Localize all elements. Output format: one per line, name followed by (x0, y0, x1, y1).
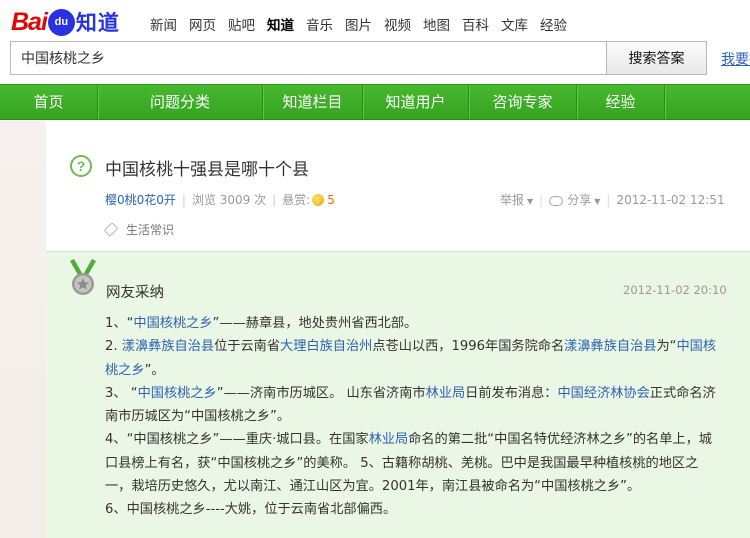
reward-label: 悬赏: (282, 193, 311, 207)
answer-link[interactable]: 漾濞彝族自治县 (564, 339, 656, 354)
logo-bai: Bai (11, 7, 48, 36)
share-label: 分享 (567, 193, 592, 207)
reward-value: 5 (327, 192, 335, 207)
answer-paragraph: 2. 漾濞彝族自治县位于云南省大理白族自治州点苍山以西，1996年国务院命名漾濞… (105, 335, 723, 382)
top-nav: 新闻 网页 贴吧 知道 音乐 图片 视频 地图 百科 文库 经验 (150, 14, 579, 34)
answer-text: 1、“ (105, 316, 134, 331)
nav-jingyan[interactable]: 经验 (540, 14, 567, 34)
question-mark-icon: ? (70, 155, 92, 177)
answer-text: 2. (105, 339, 122, 355)
nav-baike[interactable]: 百科 (462, 14, 489, 34)
nav-tieba[interactable]: 贴吧 (228, 14, 255, 34)
greennav-jingyan[interactable]: 经验 (577, 85, 665, 119)
greennav-categories[interactable]: 问题分类 (98, 85, 263, 119)
nav-news[interactable]: 新闻 (150, 14, 177, 34)
action-separator: | (606, 192, 611, 207)
answer-text: 位于云南省 (214, 339, 281, 355)
logo-zhidao: 知道 (75, 11, 120, 35)
caret-down-icon: ▼ (594, 197, 601, 206)
answer-paragraph: 3、 “中国核桃之乡”——济南市历城区。 山东省济南市林业局日前发布消息：中国经… (105, 382, 723, 429)
ask-question-link[interactable]: 我要提问 (721, 49, 750, 69)
report-button[interactable]: 举报 ▼ (500, 191, 533, 208)
search-input[interactable] (10, 41, 607, 75)
answer-text: ”——济南市历城区。 山东省济南市 (216, 385, 426, 401)
answer-body: 1、“中国核桃之乡”——赫章县，地处贵州省西北部。 2. 漾濞彝族自治县位于云南… (105, 312, 723, 522)
coin-icon (312, 193, 325, 206)
greennav-experts[interactable]: 咨询专家 (469, 85, 577, 119)
greennav-columns[interactable]: 知道栏目 (263, 85, 363, 119)
answer-text: 3、 “ (105, 385, 138, 401)
answer-link[interactable]: 林业局 (426, 386, 466, 401)
question-time: 2012-11-02 12:51 (616, 192, 725, 207)
answer-link[interactable]: 中国经济林协会 (557, 386, 649, 401)
answer-text: 点苍山以西，1996年国务院命名 (372, 339, 565, 355)
view-count: 浏览 3009 次 (191, 193, 267, 207)
question-meta: 樱0桃0花0开 | 浏览 3009 次 | 悬赏: 5 (105, 191, 335, 208)
nav-music[interactable]: 音乐 (306, 14, 333, 34)
nav-wenku[interactable]: 文库 (501, 14, 528, 34)
meta-separator: | (272, 192, 277, 207)
answer-paragraph: 1、“中国核桃之乡”——赫章县，地处贵州省西北部。 (105, 312, 723, 335)
answer-title: 网友采纳 (106, 285, 164, 301)
answer-text: ”——赫章县，地处贵州省西北部。 (212, 316, 418, 331)
nav-map[interactable]: 地图 (423, 14, 450, 34)
nav-zhidao[interactable]: 知道 (267, 14, 294, 34)
greennav-users[interactable]: 知道用户 (363, 85, 469, 119)
meta-separator: | (181, 192, 186, 207)
medal-icon (70, 259, 96, 295)
share-icon (549, 195, 564, 206)
question-tag[interactable]: 生活常识 (103, 221, 175, 238)
greennav-home[interactable]: 首页 (0, 85, 98, 119)
caret-down-icon: ▼ (527, 197, 534, 206)
nav-web[interactable]: 网页 (189, 14, 216, 34)
answer-text: ”。 (144, 362, 165, 378)
tag-icon (103, 222, 119, 237)
answer-link[interactable]: 漾濞彝族自治县 (122, 339, 214, 354)
question-title: 中国核桃十强县是哪十个县 (105, 160, 309, 180)
answer-text: 4、“中国核桃之乡”——重庆·城口县。在国家 (105, 432, 369, 448)
answer-time: 2012-11-02 20:10 (623, 283, 727, 297)
asker-username[interactable]: 樱0桃0花0开 (105, 191, 176, 208)
question-actions: 举报 ▼ | 分享 ▼ | 2012-11-02 12:51 (500, 191, 725, 208)
share-button[interactable]: 分享 ▼ (549, 191, 600, 208)
nav-images[interactable]: 图片 (345, 14, 372, 34)
search-answer-button[interactable]: 搜索答案 (606, 41, 707, 75)
answer-link[interactable]: 中国核桃之乡 (133, 316, 212, 331)
page-background-left (0, 121, 46, 538)
logo-paw-icon: du (47, 8, 75, 36)
answer-text: 为“ (656, 339, 677, 355)
answer-link[interactable]: 大理白族自治州 (280, 339, 372, 354)
answer-paragraph: 4、“中国核桃之乡”——重庆·城口县。在国家林业局命名的第二批“中国名特优经济林… (105, 428, 723, 498)
report-label: 举报 (500, 193, 525, 207)
main-nav-bar: 首页 问题分类 知道栏目 知道用户 咨询专家 经验 (0, 84, 750, 120)
tag-label: 生活常识 (126, 223, 175, 237)
answer-link[interactable]: 林业局 (369, 432, 409, 447)
answer-text: 日前发布消息： (465, 385, 558, 401)
answer-paragraph: 6、中国核桃之乡----大姚，位于云南省北部偏西。 (105, 502, 397, 518)
nav-video[interactable]: 视频 (384, 14, 411, 34)
answer-link[interactable]: 中国核桃之乡 (138, 386, 217, 401)
action-separator: | (539, 192, 544, 207)
baidu-zhidao-logo[interactable]: Bai du 知道 (11, 8, 120, 36)
